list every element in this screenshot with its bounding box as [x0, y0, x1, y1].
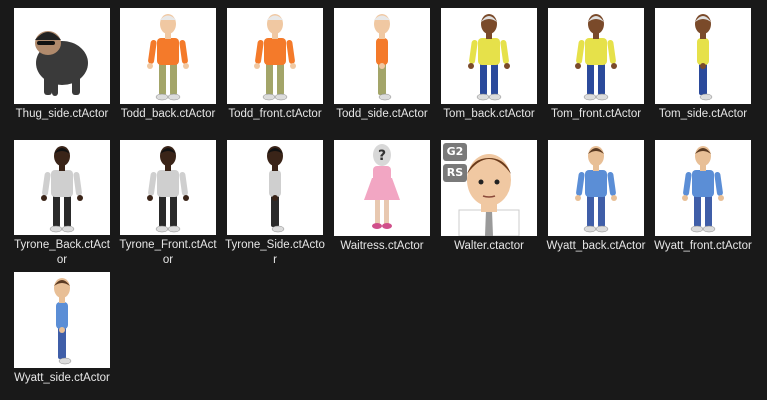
file-name-label: Walter.ctactor — [454, 240, 524, 252]
actor-thumbnail — [227, 8, 323, 104]
file-name-label: Wyatt_front.ctActor — [654, 240, 752, 252]
actor-thumbnail — [334, 8, 430, 104]
file-item-thug-side[interactable]: Thug_side.ctActor — [12, 8, 112, 136]
file-item-wyatt-front[interactable]: Wyatt_front.ctActor — [653, 140, 753, 268]
file-item-tom-side[interactable]: Tom_side.ctActor — [653, 8, 753, 136]
actor-thumbnail — [548, 140, 644, 236]
tom-figure-icon — [575, 14, 617, 101]
file-item-tyrone-front[interactable]: Tyrone_Front.ctActor — [118, 140, 218, 268]
tyrone-figure-icon — [267, 146, 285, 233]
file-name-label: Todd_front.ctActor — [228, 108, 322, 120]
actor-thumbnail: ? — [334, 140, 430, 236]
file-name-label: Tyrone_Side.ctActor — [225, 239, 325, 266]
actor-thumbnail — [14, 8, 110, 104]
file-item-walter[interactable]: G2 RS Walter.ctactor — [439, 140, 539, 268]
wyatt-figure-icon — [575, 146, 617, 233]
file-name-label: Tom_front.ctActor — [550, 108, 642, 120]
tom-figure-icon — [468, 14, 510, 101]
file-item-wyatt-back[interactable]: Wyatt_back.ctActor — [546, 140, 646, 268]
actor-thumbnail — [227, 140, 323, 235]
file-item-tyrone-side[interactable]: Tyrone_Side.ctActor — [225, 140, 325, 268]
file-item-todd-side[interactable]: Todd_side.ctActor — [332, 8, 432, 136]
actor-thumbnail — [14, 140, 110, 235]
file-name-label: Tom_back.ctActor — [443, 108, 535, 120]
file-item-todd-back[interactable]: Todd_back.ctActor — [118, 8, 218, 136]
actor-thumbnail — [548, 8, 644, 104]
tom-figure-icon — [695, 14, 713, 101]
actor-thumbnail — [120, 140, 216, 235]
actor-thumbnail — [14, 272, 110, 368]
file-item-tom-back[interactable]: Tom_back.ctActor — [439, 8, 539, 136]
tyrone-figure-icon — [41, 146, 83, 233]
wyatt-figure-icon — [682, 146, 724, 233]
file-item-tyrone-back[interactable]: Tyrone_Back.ctActor — [12, 140, 112, 268]
actor-thumbnail — [441, 8, 537, 104]
todd-figure-icon — [254, 14, 296, 101]
file-item-todd-front[interactable]: Todd_front.ctActor — [225, 8, 325, 136]
file-item-waitress[interactable]: ? Waitress.ctActor — [332, 140, 432, 268]
file-name-label: Wyatt_back.ctActor — [546, 240, 646, 252]
wyatt-figure-icon — [54, 278, 72, 365]
file-name-label: Todd_back.ctActor — [120, 108, 216, 120]
thug-figure-icon — [35, 31, 88, 96]
svg-text:?: ? — [378, 148, 386, 164]
file-item-tom-front[interactable]: Tom_front.ctActor — [546, 8, 646, 136]
g2-badge: G2 — [443, 143, 467, 161]
file-name-label: Waitress.ctActor — [340, 240, 424, 252]
file-grid: Thug_side.ctActor Todd_back.ctActor Todd… — [0, 0, 767, 399]
file-name-label: Thug_side.ctActor — [15, 108, 109, 120]
file-name-label: Tyrone_Front.ctActor — [119, 239, 217, 266]
actor-thumbnail — [655, 140, 751, 236]
file-name-label: Todd_side.ctActor — [336, 108, 428, 120]
todd-figure-icon — [374, 14, 392, 101]
file-name-label: Tom_side.ctActor — [658, 108, 748, 120]
actor-thumbnail — [655, 8, 751, 104]
file-item-wyatt-side[interactable]: Wyatt_side.ctActor — [12, 272, 112, 400]
waitress-figure-icon: ? — [364, 144, 400, 229]
rs-badge: RS — [443, 164, 467, 182]
actor-thumbnail — [120, 8, 216, 104]
file-name-label: Tyrone_Back.ctActor — [14, 239, 110, 266]
actor-thumbnail: G2 RS — [441, 140, 537, 236]
file-name-label: Wyatt_side.ctActor — [14, 372, 110, 384]
tyrone-figure-icon — [147, 146, 189, 233]
todd-figure-icon — [147, 14, 189, 101]
